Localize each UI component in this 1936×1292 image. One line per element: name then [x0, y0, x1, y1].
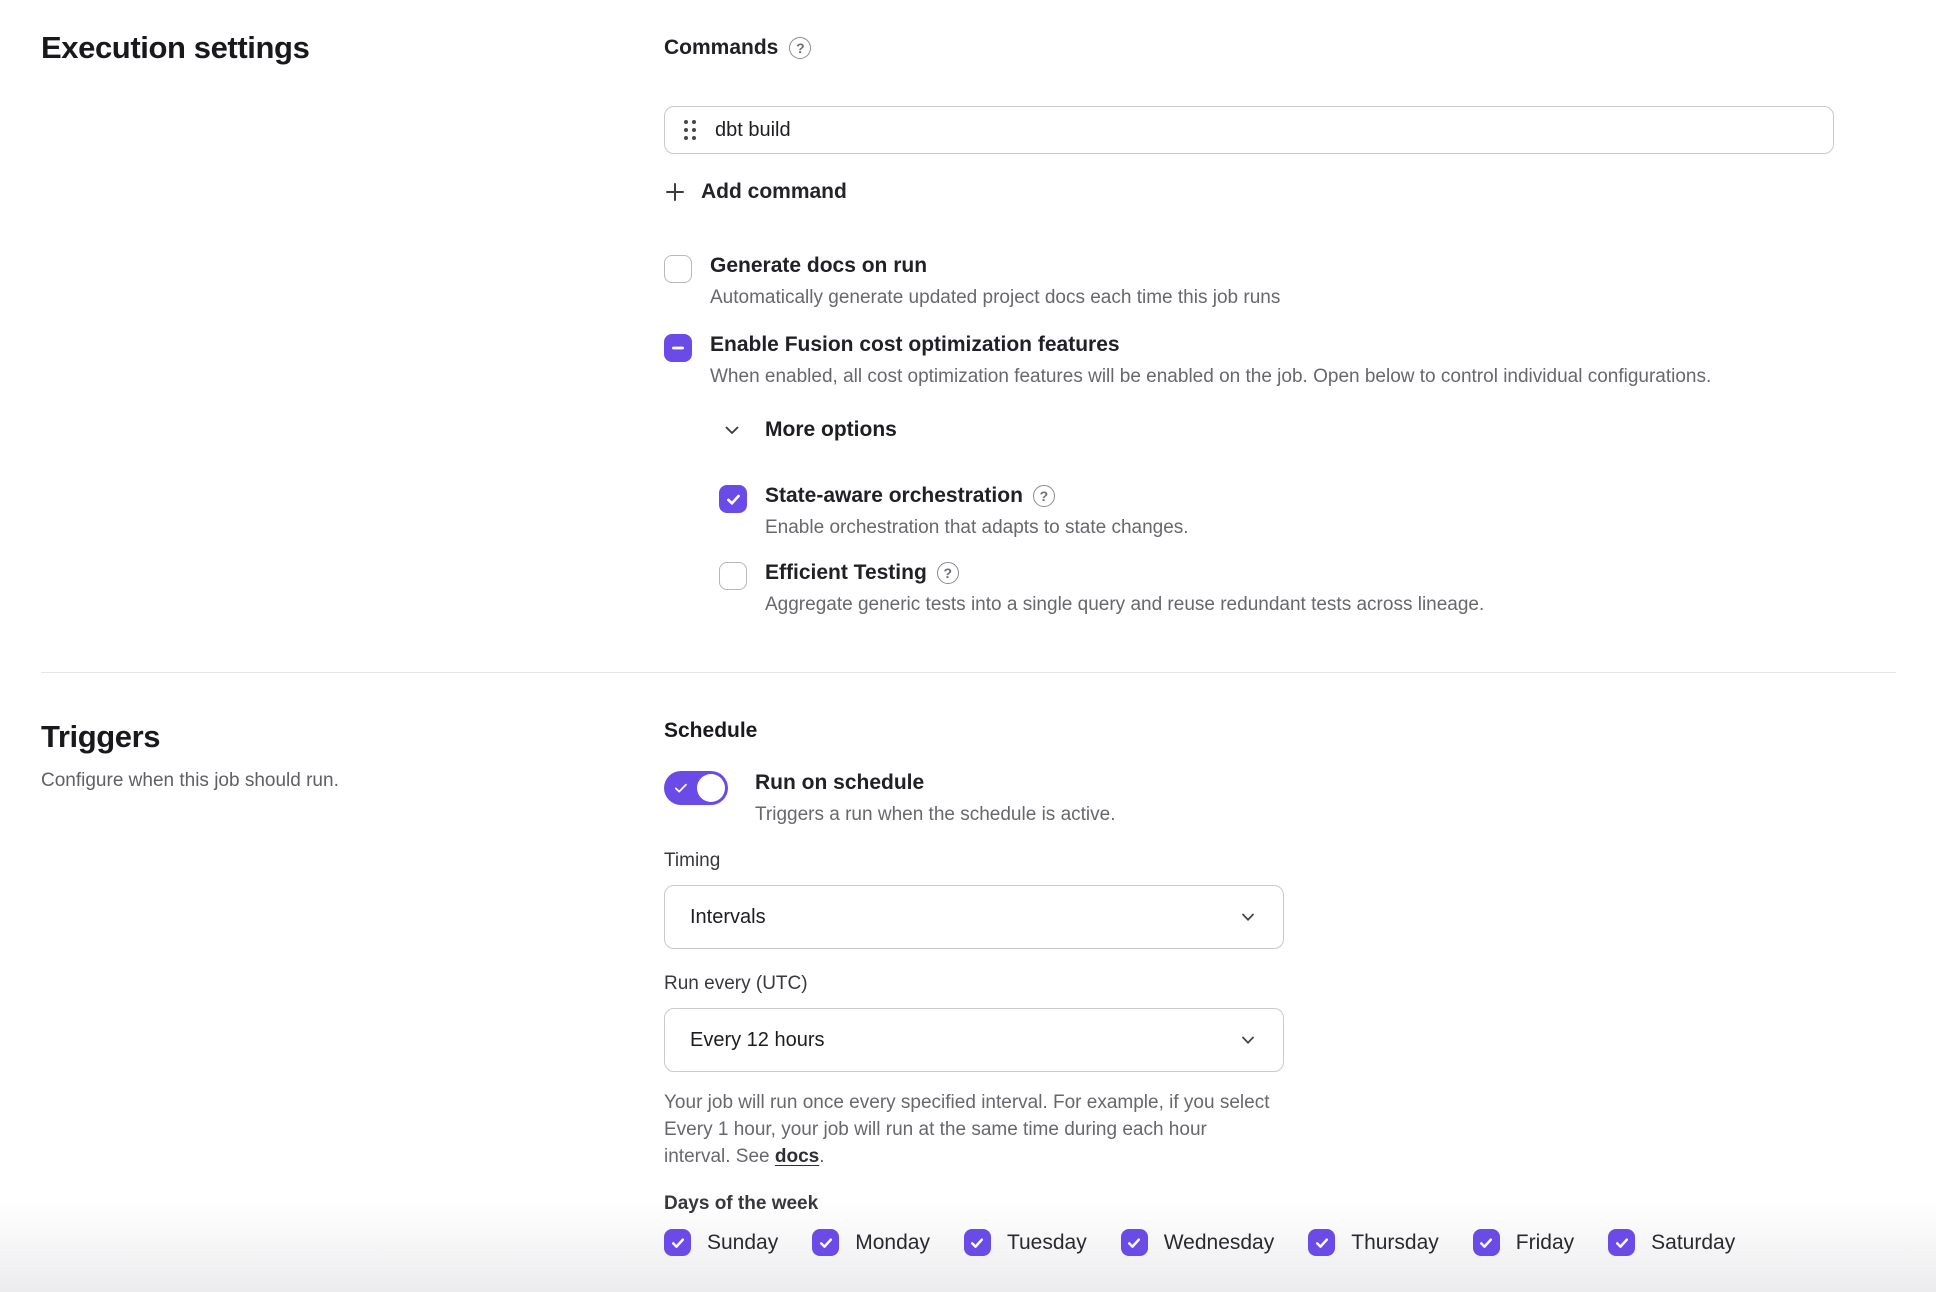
generate-docs-description: Automatically generate updated project d…: [710, 287, 1280, 309]
commands-help-icon[interactable]: ?: [789, 37, 811, 59]
interval-help-after: .: [819, 1146, 824, 1167]
run-on-schedule-description: Triggers a run when the schedule is acti…: [755, 804, 1115, 826]
chevron-down-icon: [721, 419, 743, 441]
day-item-sunday: Sunday: [664, 1229, 778, 1256]
execution-settings-section: Execution settings Commands ? dbt build …: [0, 0, 1936, 616]
fusion-checkbox-indeterminate[interactable]: [664, 334, 692, 362]
day-item-friday: Friday: [1473, 1229, 1574, 1256]
run-on-schedule-label[interactable]: Run on schedule: [755, 771, 1115, 795]
docs-link[interactable]: docs: [775, 1146, 819, 1167]
run-on-schedule-row: Run on schedule Triggers a run when the …: [664, 771, 1888, 826]
efficient-testing-description: Aggregate generic tests into a single qu…: [765, 594, 1484, 616]
check-icon: [1614, 1235, 1630, 1251]
toggle-check-icon: [673, 780, 689, 796]
command-value[interactable]: dbt build: [715, 119, 791, 142]
sunday-label[interactable]: Sunday: [707, 1231, 778, 1255]
days-of-week-row: Sunday Monday Tuesday: [664, 1229, 1888, 1256]
timing-select[interactable]: Intervals: [664, 885, 1284, 949]
tuesday-checkbox[interactable]: [964, 1229, 991, 1256]
generate-docs-text: Generate docs on run Automatically gener…: [710, 254, 1280, 309]
thursday-checkbox[interactable]: [1308, 1229, 1335, 1256]
state-aware-description: Enable orchestration that adapts to stat…: [765, 517, 1189, 539]
run-on-schedule-text: Run on schedule Triggers a run when the …: [755, 771, 1115, 826]
state-aware-checkbox[interactable]: [719, 485, 747, 513]
execution-settings-content: Commands ? dbt build Add command Generat…: [664, 30, 1936, 616]
fusion-label[interactable]: Enable Fusion cost optimization features: [710, 333, 1711, 357]
friday-label[interactable]: Friday: [1516, 1231, 1574, 1255]
check-icon: [1126, 1235, 1142, 1251]
run-on-schedule-toggle[interactable]: [664, 771, 728, 805]
check-icon: [670, 1235, 686, 1251]
efficient-testing-label[interactable]: Efficient Testing ?: [765, 561, 1484, 585]
state-aware-row: State-aware orchestration ? Enable orche…: [719, 484, 1888, 539]
run-every-select[interactable]: Every 12 hours: [664, 1008, 1284, 1072]
interval-help-text: Your job will run once every specified i…: [664, 1089, 1276, 1170]
fusion-text: Enable Fusion cost optimization features…: [710, 333, 1711, 388]
state-aware-label-text: State-aware orchestration: [765, 484, 1023, 508]
triggers-content: Schedule Run on schedule Triggers a run …: [664, 719, 1936, 1256]
state-aware-label[interactable]: State-aware orchestration ?: [765, 484, 1189, 508]
check-icon: [969, 1235, 985, 1251]
state-aware-text: State-aware orchestration ? Enable orche…: [765, 484, 1189, 539]
monday-label[interactable]: Monday: [855, 1231, 930, 1255]
job-settings-page: Execution settings Commands ? dbt build …: [0, 0, 1936, 1292]
chevron-down-icon: [1238, 907, 1258, 927]
efficient-testing-label-text: Efficient Testing: [765, 561, 927, 585]
schedule-heading: Schedule: [664, 719, 1888, 743]
day-item-wednesday: Wednesday: [1121, 1229, 1275, 1256]
day-item-saturday: Saturday: [1608, 1229, 1735, 1256]
check-icon: [818, 1235, 834, 1251]
run-every-label: Run every (UTC): [664, 973, 1888, 995]
check-icon: [1314, 1235, 1330, 1251]
monday-checkbox[interactable]: [812, 1229, 839, 1256]
efficient-testing-help-icon[interactable]: ?: [937, 562, 959, 584]
timing-label: Timing: [664, 850, 1888, 872]
saturday-checkbox[interactable]: [1608, 1229, 1635, 1256]
efficient-testing-text: Efficient Testing ? Aggregate generic te…: [765, 561, 1484, 616]
drag-handle-icon[interactable]: [684, 120, 696, 140]
add-command-label: Add command: [701, 180, 847, 204]
wednesday-checkbox[interactable]: [1121, 1229, 1148, 1256]
plus-icon: [664, 181, 686, 203]
triggers-title: Triggers: [41, 719, 664, 755]
triggers-section: Triggers Configure when this job should …: [0, 673, 1936, 1256]
state-aware-help-icon[interactable]: ?: [1033, 485, 1055, 507]
generate-docs-row: Generate docs on run Automatically gener…: [664, 254, 1888, 309]
timing-select-value: Intervals: [690, 906, 766, 929]
command-input[interactable]: dbt build: [664, 106, 1834, 154]
generate-docs-label[interactable]: Generate docs on run: [710, 254, 1280, 278]
efficient-testing-checkbox[interactable]: [719, 562, 747, 590]
day-item-monday: Monday: [812, 1229, 930, 1256]
run-every-select-value: Every 12 hours: [690, 1029, 825, 1052]
sunday-checkbox[interactable]: [664, 1229, 691, 1256]
check-icon: [725, 491, 742, 508]
day-item-thursday: Thursday: [1308, 1229, 1439, 1256]
chevron-down-icon: [1238, 1030, 1258, 1050]
check-icon: [1478, 1235, 1494, 1251]
triggers-left: Triggers Configure when this job should …: [0, 719, 664, 1256]
indeterminate-dash-icon: [670, 340, 686, 356]
add-command-button[interactable]: Add command: [664, 180, 847, 204]
commands-label-row: Commands ?: [664, 36, 1888, 60]
wednesday-label[interactable]: Wednesday: [1164, 1231, 1275, 1255]
interval-help-before: Your job will run once every specified i…: [664, 1092, 1269, 1167]
more-options-expander[interactable]: More options: [721, 418, 897, 442]
tuesday-label[interactable]: Tuesday: [1007, 1231, 1087, 1255]
execution-settings-title: Execution settings: [41, 30, 664, 66]
saturday-label[interactable]: Saturday: [1651, 1231, 1735, 1255]
fusion-description: When enabled, all cost optimization feat…: [710, 366, 1711, 388]
more-options-label: More options: [765, 418, 897, 442]
commands-label: Commands: [664, 36, 778, 60]
fusion-row: Enable Fusion cost optimization features…: [664, 333, 1888, 388]
days-of-week-label: Days of the week: [664, 1193, 1888, 1215]
thursday-label[interactable]: Thursday: [1351, 1231, 1439, 1255]
generate-docs-checkbox[interactable]: [664, 255, 692, 283]
efficient-testing-row: Efficient Testing ? Aggregate generic te…: [719, 561, 1888, 616]
execution-settings-left: Execution settings: [0, 30, 664, 616]
triggers-subtitle: Configure when this job should run.: [41, 770, 664, 792]
friday-checkbox[interactable]: [1473, 1229, 1500, 1256]
toggle-knob: [697, 774, 725, 802]
day-item-tuesday: Tuesday: [964, 1229, 1087, 1256]
